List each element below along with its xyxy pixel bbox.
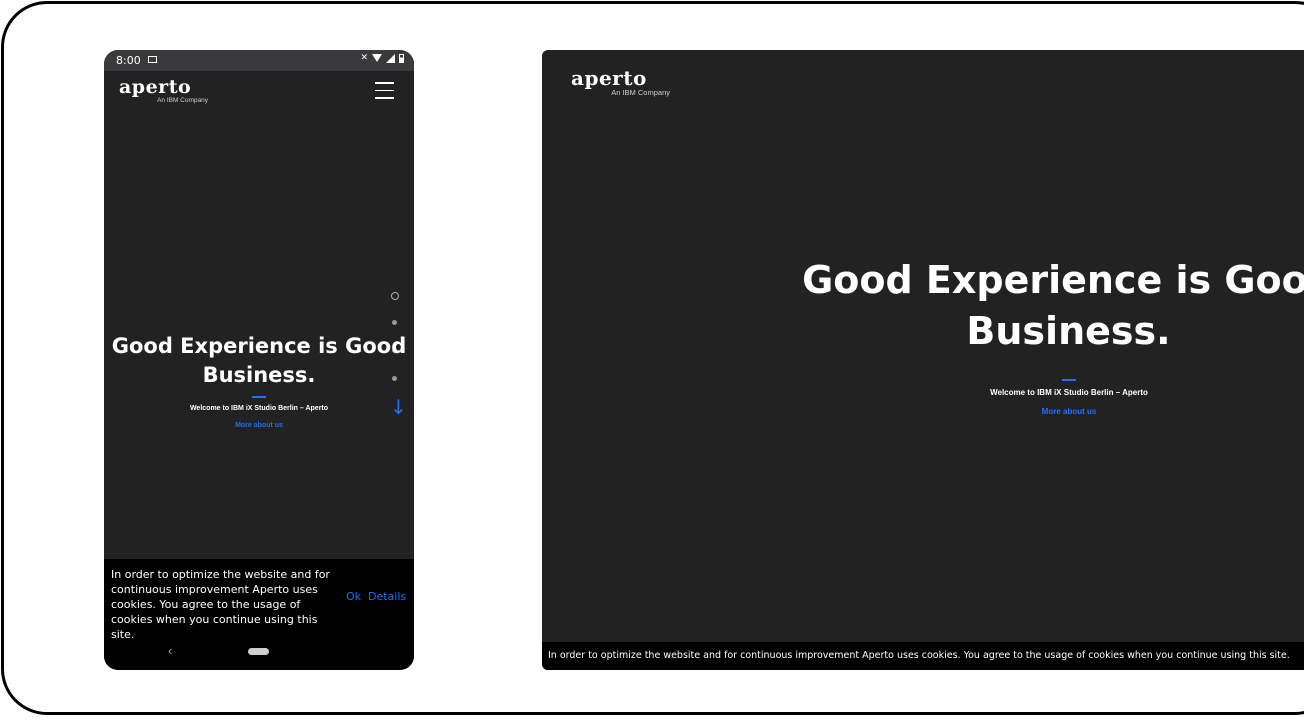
more-about-us-link[interactable]: More about us (919, 407, 1219, 416)
hero-title: Good Experience is Good Business. (772, 255, 1304, 357)
cookie-banner: In order to optimize the website and for… (104, 559, 414, 670)
hero-subtitle: Welcome to IBM iX Studio Berlin – Aperto (990, 388, 1148, 397)
signal-icon (386, 53, 395, 63)
hero-divider (252, 396, 266, 398)
battery-icon (399, 53, 404, 63)
wifi-icon (372, 54, 382, 62)
logo-name: aperto (571, 66, 647, 90)
cookie-text: In order to optimize the website and for… (548, 650, 1290, 661)
section-dot-active[interactable] (391, 292, 399, 300)
logo[interactable]: aperto An IBM Company (571, 68, 670, 97)
logo[interactable]: aperto An IBM Company (119, 76, 208, 104)
logo-name: aperto (119, 76, 192, 98)
status-icons: ✕ (360, 53, 404, 63)
home-pill-icon[interactable] (248, 648, 269, 655)
hero-title: Good Experience is Good Business. (111, 334, 407, 387)
mute-icon: ✕ (360, 53, 368, 63)
back-icon[interactable]: ‹ (168, 643, 172, 658)
hero-title-line1: Good Experience is Good (802, 258, 1304, 302)
status-bar: 8:00 ✕ (104, 50, 414, 71)
hero-title-line2: Business. (966, 309, 1171, 353)
desktop-screen: aperto An IBM Company Good Experience is… (542, 50, 1304, 670)
hero-divider (1062, 379, 1076, 381)
cookie-ok-button[interactable]: Ok (346, 590, 361, 603)
mail-icon (148, 56, 157, 63)
section-dot[interactable] (392, 320, 397, 325)
cookie-details-link[interactable]: Details (368, 590, 406, 603)
status-time: 8:00 (116, 54, 141, 67)
hero-subtitle: Welcome to IBM iX Studio Berlin – Aperto (189, 405, 329, 412)
cookie-banner: In order to optimize the website and for… (542, 642, 1304, 670)
logo-tagline: An IBM Company (157, 97, 208, 104)
cookie-text: In order to optimize the website and for… (111, 568, 330, 641)
hamburger-menu-icon[interactable] (375, 82, 394, 100)
phone-screen: 8:00 ✕ aperto An IBM Company ↓ Good Expe… (104, 50, 414, 670)
more-about-us-link[interactable]: More about us (104, 422, 414, 429)
